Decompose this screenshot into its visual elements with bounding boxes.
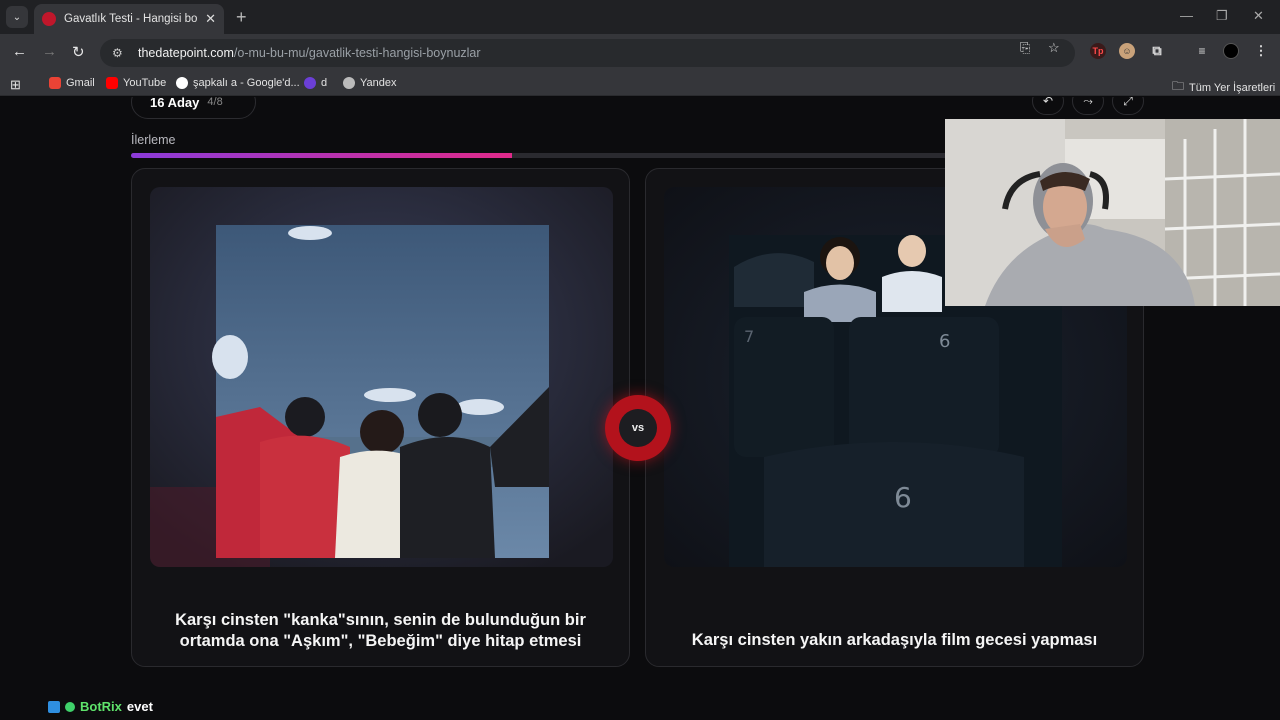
google-icon	[176, 77, 188, 89]
candidate-count-pill: 16 Aday 4/8	[131, 97, 256, 119]
option-card-left[interactable]: Karşı cinsten "kanka"sının, senin de bul…	[131, 168, 630, 667]
bookmark-yandex[interactable]: Yandex	[343, 77, 397, 89]
share-icon[interactable]: ⤳	[1072, 97, 1104, 115]
site-favicon-icon	[42, 12, 56, 26]
url-path: /o-mu-bu-mu/gavatlik-testi-hangisi-boynu…	[233, 46, 481, 60]
chat-username: BotRix	[80, 699, 122, 714]
bookmark-star-icon[interactable]: ☆	[1048, 40, 1060, 56]
bookmark-youtube[interactable]: YouTube	[106, 77, 166, 89]
forward-icon[interactable]: →	[42, 43, 57, 60]
round-progress: 4/8	[207, 97, 223, 108]
candidate-count: 16 Aday	[150, 97, 200, 110]
tab-strip: ⌄ Gavatlık Testi - Hangisi boynuzlar ✕ +…	[0, 0, 1280, 34]
svg-text:6: 6	[894, 481, 912, 514]
media-control-icon[interactable]: ≡	[1194, 43, 1210, 59]
youtube-icon	[106, 77, 118, 89]
platform-badge-icon	[48, 700, 60, 713]
new-tab-icon[interactable]: +	[236, 7, 247, 28]
option-caption-left: Karşı cinsten "kanka"sının, senin de bul…	[175, 611, 586, 650]
browser-toolbar: ← → ↻ ⚙ thedatepoint.com/o-mu-bu-mu/gava…	[0, 34, 1280, 72]
fullscreen-icon[interactable]: ⤢	[1112, 97, 1144, 115]
profile-avatar[interactable]	[1223, 43, 1239, 59]
extension-tp-icon[interactable]: Tp	[1090, 43, 1106, 59]
bookmark-gmail[interactable]: Gmail	[49, 77, 95, 89]
reload-icon[interactable]: ↻	[72, 43, 85, 61]
globe-icon	[343, 77, 355, 89]
apps-grid-icon[interactable]: ⊞	[10, 77, 21, 93]
bookmark-google[interactable]: şapkalı a - Google'd...	[176, 77, 300, 89]
url-host: thedatepoint.com	[138, 46, 234, 60]
bookmark-d[interactable]: d	[304, 77, 327, 89]
folder-icon: 🗀	[1172, 79, 1185, 93]
window-close-icon[interactable]: ✕	[1253, 8, 1264, 24]
progress-label: İlerleme	[131, 133, 176, 147]
address-bar[interactable]: ⚙ thedatepoint.com/o-mu-bu-mu/gavatlik-t…	[100, 39, 1075, 67]
extensions-puzzle-icon[interactable]: ⧉	[1149, 43, 1165, 59]
chat-message: BotRix evet	[48, 699, 153, 714]
back-icon[interactable]: ←	[12, 43, 27, 60]
gmail-icon	[49, 77, 61, 89]
option-caption-right: Karşı cinsten yakın arkadaşıyla film gec…	[691, 631, 1098, 649]
progress-fill	[131, 153, 512, 158]
tab-title: Gavatlık Testi - Hangisi boynuzlar	[64, 13, 198, 25]
chat-text: evet	[126, 699, 153, 714]
install-app-icon[interactable]: ⎘	[1020, 40, 1030, 56]
site-info-icon[interactable]: ⚙	[112, 46, 130, 60]
svg-text:7: 7	[744, 327, 754, 346]
option-image-left	[150, 187, 613, 567]
minimize-icon[interactable]: —	[1180, 8, 1193, 23]
extension-avatar-icon[interactable]: ☺	[1119, 43, 1135, 59]
bookmarks-bar: ⊞ Gmail YouTube şapkalı a - Google'd... …	[0, 72, 1280, 96]
svg-text:6: 6	[939, 331, 950, 352]
back-round-icon[interactable]: ↶	[1032, 97, 1064, 115]
restore-icon[interactable]: ❐	[1216, 8, 1228, 24]
tab-close-icon[interactable]: ✕	[205, 11, 216, 27]
vs-badge: vs	[605, 395, 671, 461]
active-tab[interactable]: Gavatlık Testi - Hangisi boynuzlar ✕	[34, 4, 224, 34]
webcam-overlay	[945, 119, 1280, 306]
vs-label: vs	[619, 409, 657, 447]
menu-kebab-icon[interactable]: ⋮	[1253, 43, 1269, 59]
tab-search-button[interactable]: ⌄	[6, 6, 28, 28]
bookmarks-folder[interactable]: 🗀 Tüm Yer İşaretleri	[1172, 77, 1275, 98]
d-site-icon	[304, 77, 316, 89]
bot-badge-icon	[65, 701, 75, 712]
